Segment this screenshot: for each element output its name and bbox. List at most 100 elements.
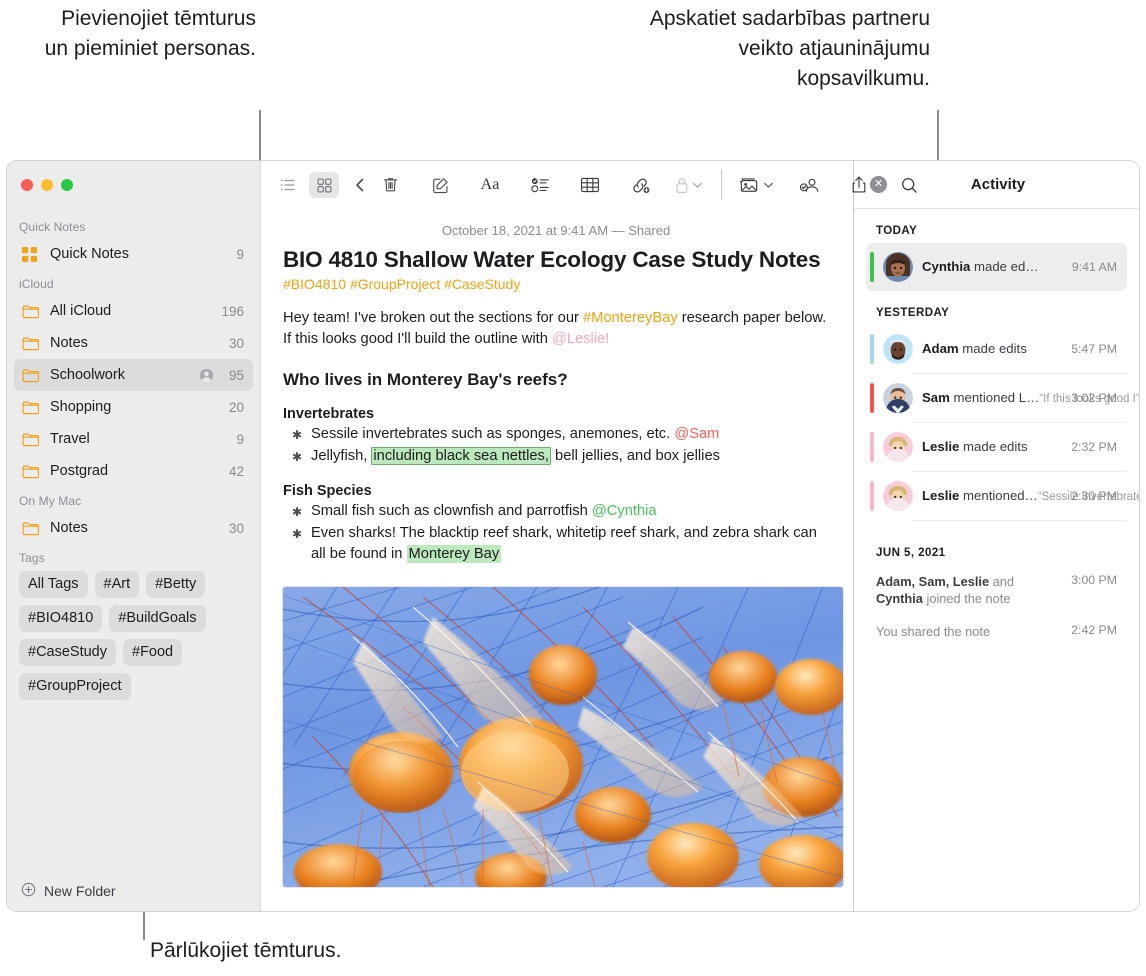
tag-chip[interactable]: All Tags	[19, 571, 88, 598]
shared-folder-icon	[199, 368, 214, 383]
adam-avatar	[883, 334, 913, 364]
sidebar-item-postgrad[interactable]: Postgrad 42	[14, 455, 253, 487]
activity-color-bar	[870, 252, 874, 282]
checklist-icon[interactable]	[525, 172, 555, 198]
tag-chip[interactable]: #GroupProject	[19, 673, 131, 700]
folder-icon	[22, 521, 42, 536]
activity-item[interactable]: Cynthia made ed… 9:41 AM	[866, 243, 1127, 291]
note-bullet-list: Sessile invertebrates such as sponges, a…	[283, 424, 829, 468]
sidebar-item-notes[interactable]: Notes 30	[14, 327, 253, 359]
sidebar-item-label: Postgrad	[50, 463, 109, 479]
callout-left-text: Pievienojiet tēmturus un pieminiet perso…	[44, 7, 256, 60]
tag-chip[interactable]: #Art	[94, 571, 140, 598]
mention-cynthia[interactable]: @Cynthia	[592, 503, 657, 519]
note-bullet-item: Small fish such as clownfish and parrotf…	[283, 501, 829, 523]
activity-item[interactable]: Leslie mentioned…“Sessile invertebrates……	[866, 472, 1139, 520]
table-icon[interactable]	[575, 172, 605, 198]
activity-title-line: Adam made edits	[922, 341, 1027, 356]
list-view-icon[interactable]	[273, 172, 303, 198]
activity-panel: ✕ Activity TODAY Cynthia made ed… 9:41 AM Y…	[853, 161, 1139, 911]
activity-color-bar	[870, 383, 874, 413]
sidebar-item-travel[interactable]: Travel 9	[14, 423, 253, 455]
activity-item[interactable]: Sam mentioned L…“If this looks good I'll…	[866, 374, 1139, 422]
activity-time: 3:02 PM	[1071, 391, 1117, 405]
sidebar-item-label: Notes	[50, 335, 88, 351]
note-content: October 18, 2021 at 9:41 AM — Shared BIO…	[261, 209, 853, 911]
activity-title: Activity	[970, 176, 1026, 193]
share-participants-icon[interactable]	[794, 172, 824, 198]
cynthia-avatar	[883, 252, 913, 282]
callout-right-text: Apskatiet sadarbības partneru veikto atj…	[649, 7, 930, 90]
activity-time: 2:30 PM	[1071, 489, 1117, 503]
intro-part1: Hey team! I've broken out the sections f…	[283, 310, 583, 326]
mention-sam[interactable]: @Sam	[674, 426, 719, 442]
callout-bottom-text: Pārlūkojiet tēmturus.	[150, 939, 342, 962]
lock-icon[interactable]	[675, 172, 703, 198]
new-folder-button[interactable]: New Folder	[7, 871, 260, 911]
sidebar-section-header: Quick Notes	[19, 220, 86, 234]
sidebar-item-count: 9	[236, 431, 244, 447]
activity-title-line: Leslie mentioned…	[922, 488, 1038, 503]
quicknote-grid-icon	[22, 246, 42, 262]
sidebar-section-header: On My Mac	[19, 494, 82, 508]
sidebar-item-count: 9	[236, 246, 244, 262]
sidebar-item-schoolwork[interactable]: Schoolwork 95	[14, 359, 253, 391]
sidebar-item-notes[interactable]: Notes 30	[14, 512, 253, 544]
close-icon[interactable]: ✕	[870, 176, 887, 193]
add-link-icon[interactable]	[625, 172, 655, 198]
format-aa-icon[interactable]: Aa	[475, 172, 505, 198]
tag-chip[interactable]: #BuildGoals	[109, 605, 206, 632]
inline-hashtag-montereybay[interactable]: #MontereyBay	[583, 310, 678, 326]
window-controls	[7, 161, 260, 209]
bullet-text: Even sharks! The blacktip reef shark, wh…	[311, 525, 817, 562]
gallery-view-icon[interactable]	[309, 172, 339, 198]
activity-item[interactable]: Adam made edits 5:47 PM	[866, 325, 1127, 373]
trash-icon[interactable]	[375, 172, 405, 198]
mention-leslie[interactable]: @Leslie!	[552, 331, 609, 347]
bullet-text-tail: bell jellies, and box jellies	[550, 448, 720, 464]
compose-note-icon[interactable]	[425, 172, 455, 198]
tag-chip[interactable]: #CaseStudy	[19, 639, 116, 666]
jellyfish-photo-graphic	[283, 587, 843, 887]
bullet-text: Sessile invertebrates such as sponges, a…	[311, 426, 675, 442]
media-icon[interactable]	[738, 172, 774, 198]
activity-time: 2:32 PM	[1071, 440, 1117, 454]
close-window-button[interactable]	[21, 179, 33, 191]
sidebar-item-all-icloud[interactable]: All iCloud 196	[14, 295, 253, 327]
plus-circle-icon	[21, 882, 36, 900]
sidebar-item-count: 30	[228, 335, 244, 351]
activity-group-header: JUN 5, 2021	[876, 547, 946, 559]
note-title: BIO 4810 Shallow Water Ecology Case Stud…	[283, 247, 821, 272]
activity-title-line: Leslie made edits	[922, 439, 1028, 454]
note-heading: Who lives in Monterey Bay's reefs?	[283, 370, 568, 389]
sidebar-item-shopping[interactable]: Shopping 20	[14, 391, 253, 423]
chevron-down-icon[interactable]	[692, 176, 703, 194]
note-sections: Invertebrates Sessile invertebrates such …	[283, 406, 829, 565]
highlight: Monterey Bay	[406, 545, 502, 563]
tag-chip[interactable]: #BIO4810	[19, 605, 103, 632]
minimize-window-button[interactable]	[41, 179, 53, 191]
sidebar-item-label: Quick Notes	[50, 246, 129, 262]
maximize-window-button[interactable]	[61, 179, 73, 191]
note-date: October 18, 2021 at 9:41 AM — Shared	[441, 223, 671, 238]
note-bullet-item: Sessile invertebrates such as sponges, a…	[283, 424, 829, 446]
note-subheading: Invertebrates	[283, 406, 375, 422]
sidebar: Quick Notes Quick Notes 9 iCloud All iCloud 1…	[7, 161, 261, 911]
bullet-text: Small fish such as clownfish and parrotf…	[311, 503, 592, 519]
sidebar-item-label: Schoolwork	[50, 367, 125, 383]
activity-item[interactable]: Leslie made edits 2:32 PM	[866, 423, 1127, 471]
jellyfish-photo[interactable]	[283, 587, 843, 887]
chevron-down-icon[interactable]	[763, 176, 774, 194]
notes-app-window: Quick Notes Quick Notes 9 iCloud All iCloud 1…	[6, 160, 1140, 912]
back-chevron-icon[interactable]	[345, 172, 375, 198]
highlight-boxed: including black sea nettles,	[371, 447, 551, 465]
activity-simple-text: Adam, Sam, Leslie and Cynthia joined the…	[876, 574, 1015, 606]
folder-icon	[22, 368, 42, 383]
sidebar-section-header: iCloud	[19, 277, 54, 291]
sidebar-item-quick-notes[interactable]: Quick Notes 9	[14, 238, 253, 270]
tag-chip[interactable]: #Food	[123, 639, 183, 666]
note-pane: Aa October 18, 2021 at 9:41 AM — Shared …	[261, 161, 917, 911]
bullet-text: Jellyfish,	[311, 448, 372, 464]
tag-chip[interactable]: #Betty	[146, 571, 206, 598]
sidebar-item-count: 30	[228, 520, 244, 536]
